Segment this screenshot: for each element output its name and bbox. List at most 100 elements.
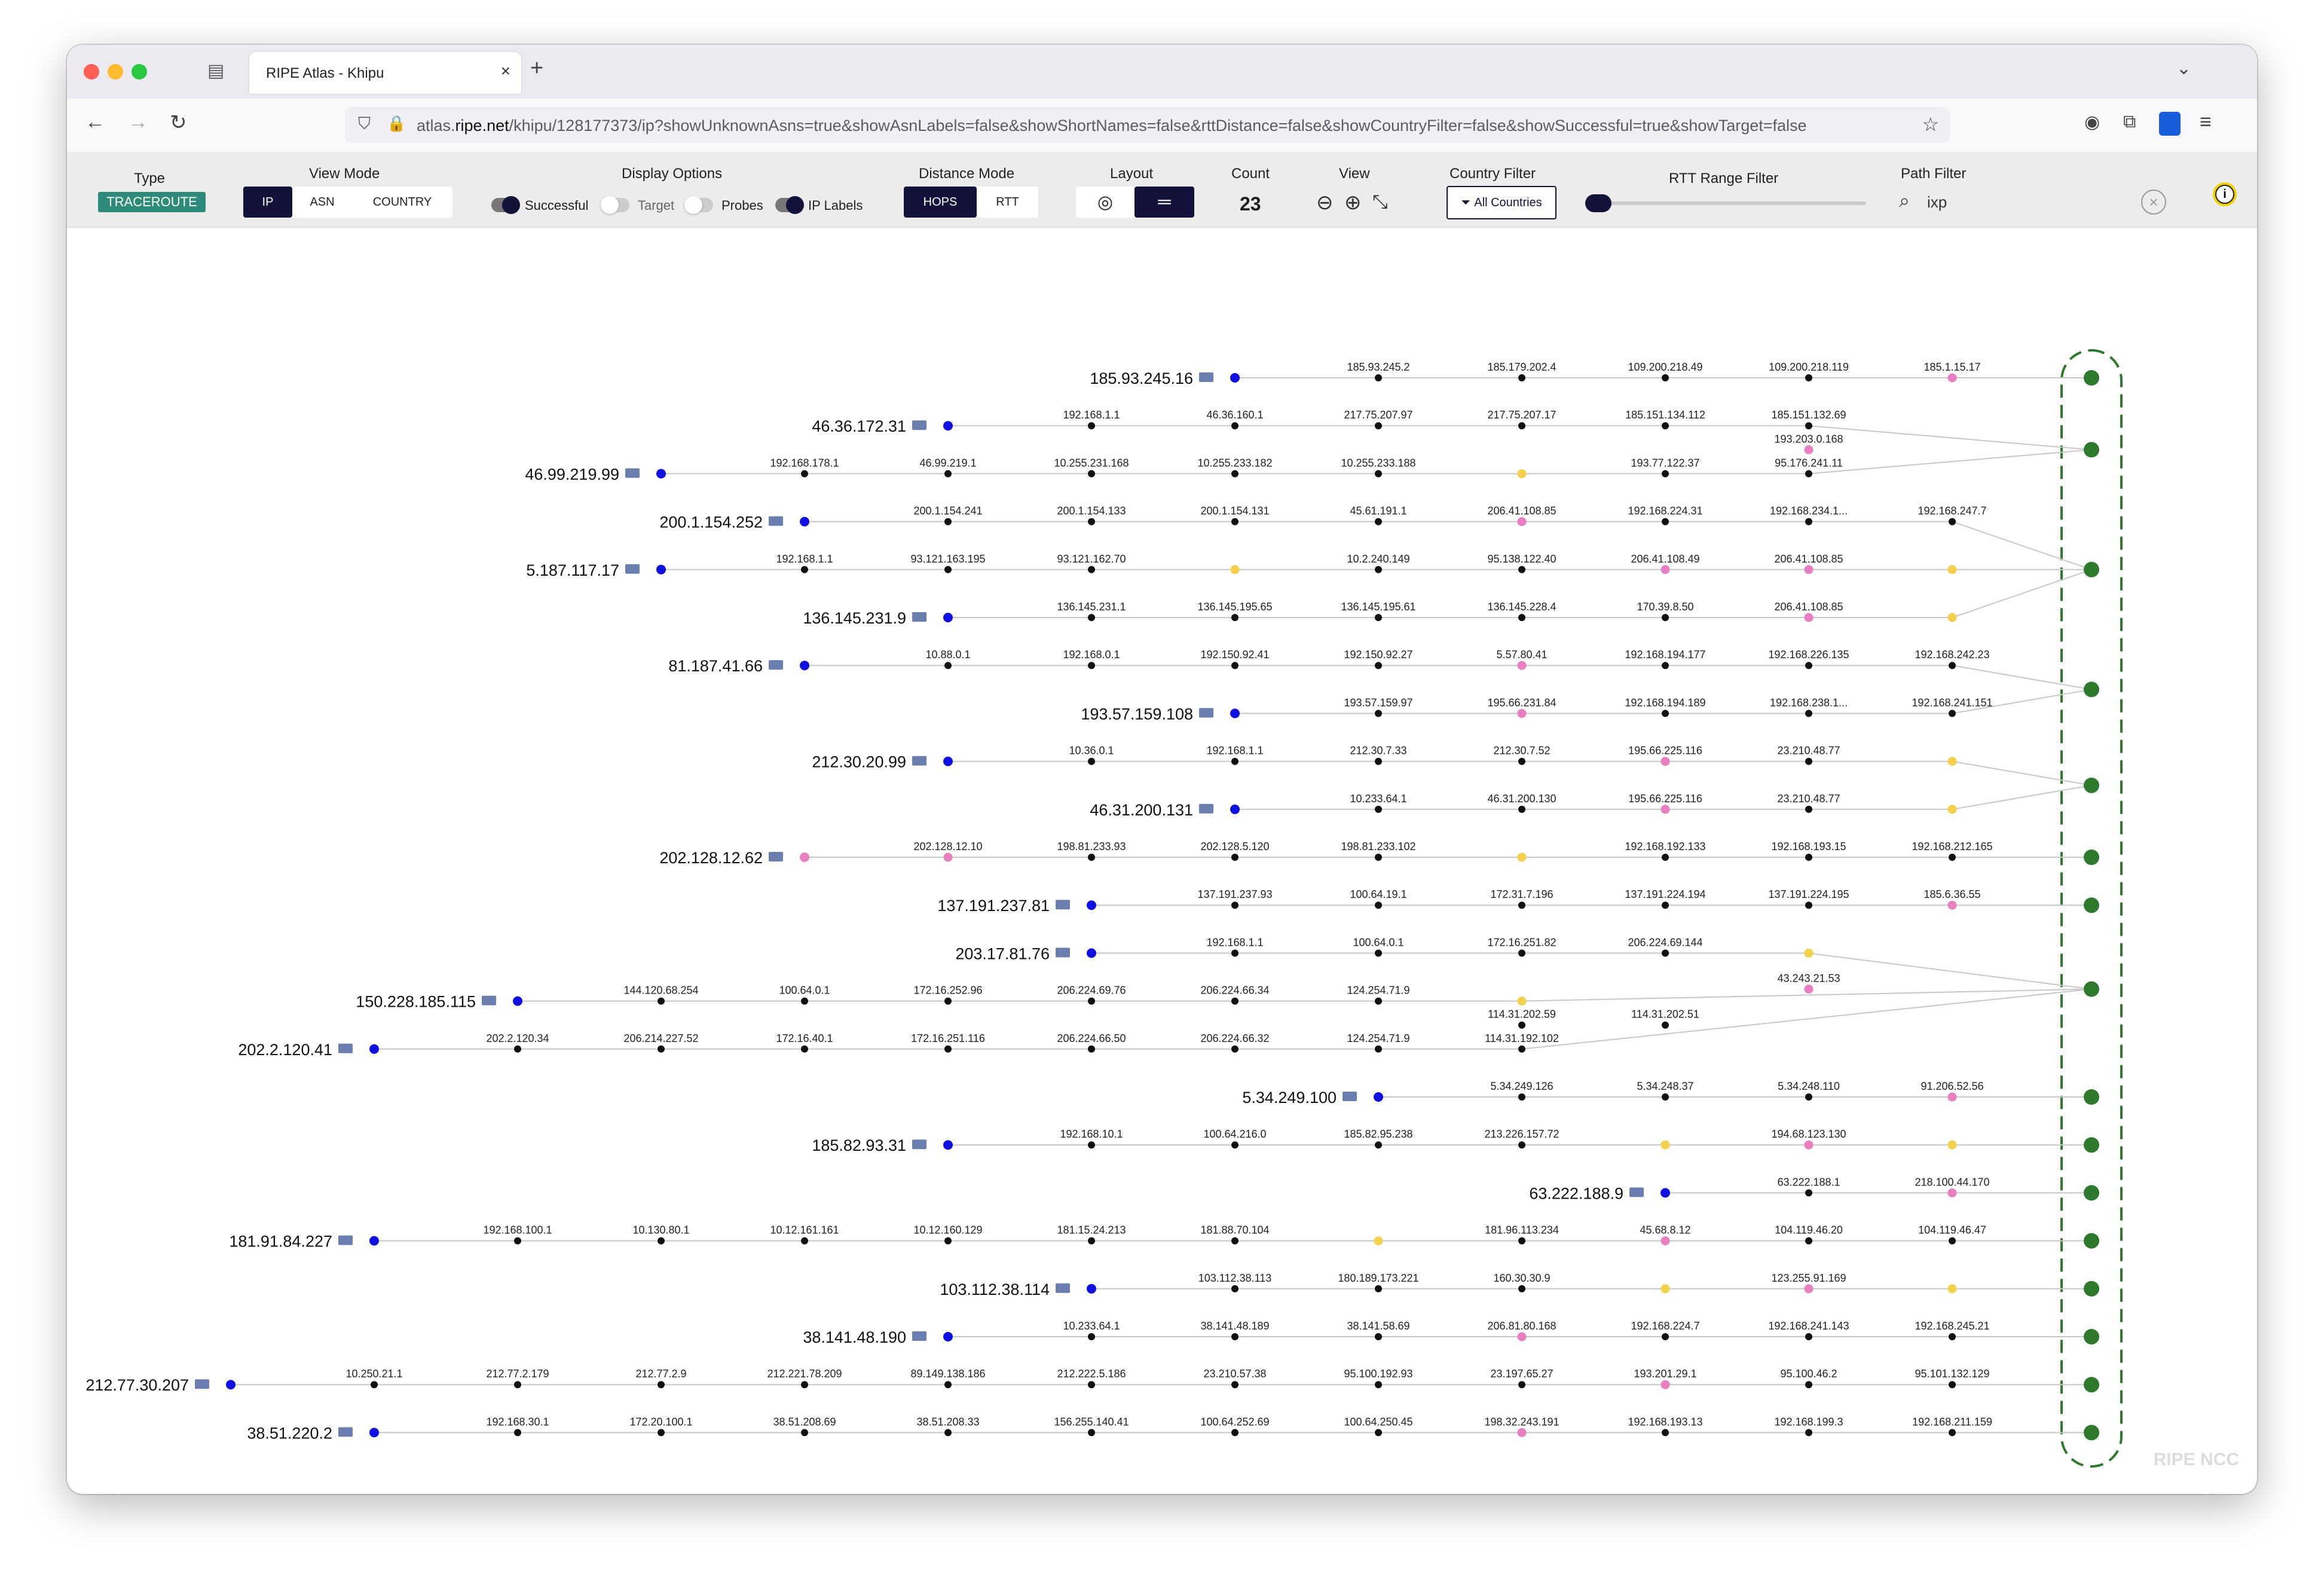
hop-label: 123.255.91.169 [1771,1272,1846,1284]
path-link-to-destination [1521,988,2092,1050]
hop-node [1375,854,1382,861]
destination-node [2084,1233,2099,1249]
hop-label: 136.145.231.1 [1057,601,1126,613]
menu-icon[interactable]: ≡ [2200,111,2212,134]
khipu-toolbar: Type TRACEROUTE View Mode IP ASN COUNTRY… [67,152,2257,228]
hop-node [1374,1236,1383,1246]
hop-node [1949,1237,1956,1245]
hop-label: 206.224.66.32 [1200,1032,1269,1044]
country-filter-label: Country Filter [1450,166,1536,182]
hop-node [1662,422,1669,430]
destination-node [2084,370,2099,386]
toggle-ip-labels[interactable] [775,196,804,214]
hop-label: 109.200.218.119 [1769,361,1849,373]
hop-node [801,470,808,478]
hop-node [1517,852,1527,862]
hop-label: 200.1.154.131 [1200,505,1269,517]
tab-overview-icon[interactable]: ▤ [207,60,224,81]
hop-label: 91.206.52.56 [1921,1080,1983,1092]
hop-node [1804,1284,1814,1294]
hop-label: 206.224.69.76 [1057,985,1126,997]
maximize-window-button[interactable] [132,64,147,80]
hop-node [1088,422,1095,430]
country-filter-button[interactable]: ⏷ All Countries [1447,186,1557,219]
back-icon[interactable]: ← [85,111,105,134]
view-mode-ip[interactable]: IP [243,187,292,218]
zoom-in-icon[interactable]: ⊕ [1344,191,1362,215]
hop-label: 206.81.80.168 [1487,1320,1556,1332]
hop-node [1375,470,1382,478]
reload-icon[interactable]: ↻ [170,111,187,135]
address-bar[interactable]: ⛉ 🔒 atlas.ripe.net/khipu/128177373/ip?sh… [345,107,1950,143]
view-mode-country[interactable]: COUNTRY [352,187,452,218]
hop-node [1947,1188,1957,1197]
hop-node [1231,1237,1239,1245]
shield-icon[interactable]: ⛉ [358,114,371,134]
hop-node [1805,662,1812,670]
hop-node [1518,614,1525,621]
country-flag-icon [769,852,783,861]
destination-node [2084,1329,2099,1344]
probe-label: 212.30.20.99 [812,753,906,771]
probe-label: 203.17.81.76 [955,945,1050,962]
toggle-probes[interactable] [684,196,713,214]
probe-node [656,469,666,479]
hop-node [1231,662,1239,670]
probe-label: 5.34.249.100 [1242,1089,1337,1107]
probe-label: 137.191.237.81 [937,897,1050,915]
zoom-out-icon[interactable]: ⊖ [1316,191,1334,215]
linear-layout-icon[interactable]: ═ [1135,187,1194,218]
info-icon[interactable]: i [2213,182,2237,206]
shared-hop-node [1804,445,1814,454]
tab-close-icon[interactable]: × [501,62,510,81]
fit-view-icon[interactable]: ⤡ [1372,191,1388,213]
tab-list-chevron-icon[interactable]: ⌄ [2176,58,2191,79]
hop-node [1805,757,1812,765]
rtt-range-slider-handle[interactable] [1585,194,1611,212]
country-flag-icon [1199,803,1213,814]
browser-tab[interactable]: RIPE Atlas - Khipu × [249,52,521,94]
hop-label: 95.176.241.11 [1775,457,1843,469]
probe-node [943,613,953,622]
hop-node [1375,662,1382,670]
bitwarden-icon[interactable] [2159,112,2181,136]
bookmark-star-icon[interactable]: ☆ [1922,113,1939,136]
distance-mode-rtt[interactable]: RTT [977,187,1038,218]
hop-node [1947,1092,1957,1102]
clear-filter-icon[interactable]: × [2141,190,2166,215]
display-options-label: Display Options [622,166,723,182]
hop-node [1518,374,1525,381]
path-link-to-destination [1952,784,2092,810]
minimize-window-button[interactable] [108,64,123,80]
account-icon[interactable]: ◉ [2084,112,2100,133]
hop-label: 212.221.78.209 [767,1368,842,1380]
country-flag-icon [1629,1187,1644,1197]
close-window-button[interactable] [84,64,99,80]
hop-node [1947,1284,1957,1294]
radial-layout-icon[interactable]: ◎ [1076,187,1135,218]
hop-node [1662,1429,1669,1437]
lock-icon[interactable]: 🔒 [387,114,406,133]
hop-node [1088,1045,1095,1053]
hop-label: 212.77.2.9 [635,1368,686,1380]
hop-node [1805,805,1812,813]
distance-mode-hops[interactable]: HOPS [904,187,977,218]
forward-icon[interactable]: → [128,111,148,134]
toggle-target[interactable] [601,196,629,214]
country-filter-button-label: All Countries [1474,195,1542,209]
path-filter-input[interactable]: ixp [1927,193,1947,212]
extensions-icon[interactable]: ⧉ [2123,112,2136,132]
probe-node [1230,373,1240,383]
hop-label: 38.141.48.189 [1200,1320,1269,1332]
view-mode-asn[interactable]: ASN [292,187,352,218]
hop-node [1804,948,1814,958]
url-text[interactable]: atlas.ripe.net/khipu/128177373/ip?showUn… [417,117,1875,135]
path-link-to-destination [1952,760,2092,786]
hop-label: 212.77.2.179 [486,1368,549,1380]
hop-node [1662,518,1669,525]
rtt-range-slider[interactable] [1585,201,1866,205]
hop-label: 137.191.224.195 [1768,888,1849,900]
new-tab-icon[interactable]: + [530,56,543,81]
count-label: Count [1231,166,1270,182]
toggle-successful[interactable] [491,196,520,214]
